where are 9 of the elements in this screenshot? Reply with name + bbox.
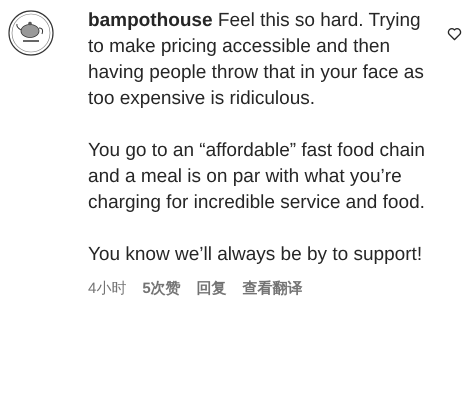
translate-button[interactable]: 查看翻译 xyxy=(242,278,303,300)
username-link[interactable]: bampothouse xyxy=(88,10,213,31)
reply-button[interactable]: 回复 xyxy=(196,278,227,300)
comment-text: You go to an “affordable” fast food chain and a meal is on par with what you’re charging for incredible service and food. xyxy=(88,139,426,215)
timestamp: 4小时 xyxy=(88,279,126,299)
heart-icon[interactable] xyxy=(446,27,462,41)
likes-count[interactable]: 5次赞 xyxy=(142,278,181,300)
comment-text: You know we’ll always be by to support! xyxy=(88,243,424,267)
comment-text: bampothouse Feel this so hard. Trying to make pricing accessible and then having people throw that in your face as too expensive is ridiculous. xyxy=(88,9,425,111)
